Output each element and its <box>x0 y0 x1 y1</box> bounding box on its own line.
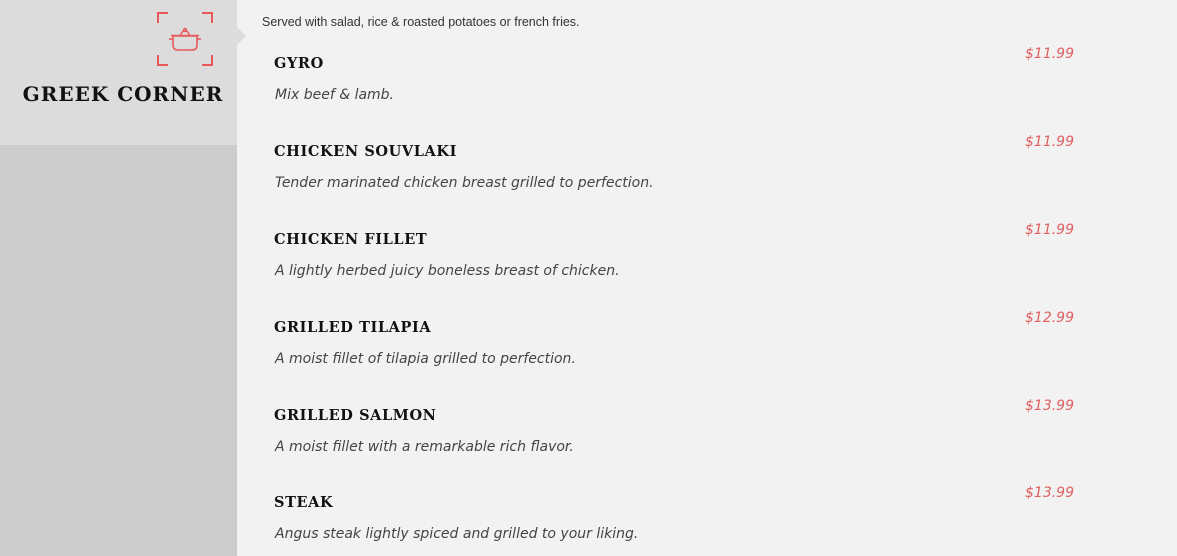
section-intro: Served with salad, rice & roasted potato… <box>262 15 580 29</box>
item-name: CHICKEN FILLET <box>274 231 428 248</box>
item-price: $13.99 <box>1025 398 1074 414</box>
item-name: GYRO <box>274 55 324 72</box>
item-description: Mix beef & lamb. <box>275 87 395 103</box>
item-description: Angus steak lightly spiced and grilled t… <box>275 526 639 542</box>
item-description: A moist fillet of tilapia grilled to per… <box>275 351 576 367</box>
category-sidebar: GREEK CORNER <box>0 0 246 556</box>
item-name: GRILLED SALMON <box>274 407 437 424</box>
menu-item: GYRO Mix beef & lamb. $11.99 <box>274 46 1074 135</box>
item-description: A lightly herbed juicy boneless breast o… <box>275 263 620 279</box>
item-price: $11.99 <box>1025 46 1074 62</box>
item-name: GRILLED TILAPIA <box>274 319 432 336</box>
item-price: $11.99 <box>1025 222 1074 238</box>
menu-item: CHICKEN SOUVLAKI Tender marinated chicke… <box>274 134 1074 223</box>
item-price: $12.99 <box>1025 310 1074 326</box>
item-price: $13.99 <box>1025 485 1074 501</box>
item-name: STEAK <box>274 494 334 511</box>
pot-icon <box>156 12 214 68</box>
menu-item: GRILLED TILAPIA A moist fillet of tilapi… <box>274 310 1074 399</box>
menu-section: Served with salad, rice & roasted potato… <box>237 0 1177 556</box>
item-name: CHICKEN SOUVLAKI <box>274 143 457 160</box>
item-description: Tender marinated chicken breast grilled … <box>275 175 654 191</box>
menu-item: GRILLED SALMON A moist fillet with a rem… <box>274 398 1074 487</box>
item-description: A moist fillet with a remarkable rich fl… <box>275 439 574 455</box>
menu-page: GREEK CORNER Served with salad, rice & r… <box>0 0 1177 556</box>
category-tile-greek-corner[interactable]: GREEK CORNER <box>0 0 237 145</box>
category-title: GREEK CORNER <box>22 82 224 106</box>
menu-item: CHICKEN FILLET A lightly herbed juicy bo… <box>274 222 1074 311</box>
item-price: $11.99 <box>1025 134 1074 150</box>
menu-item: STEAK Angus steak lightly spiced and gri… <box>274 485 1074 556</box>
